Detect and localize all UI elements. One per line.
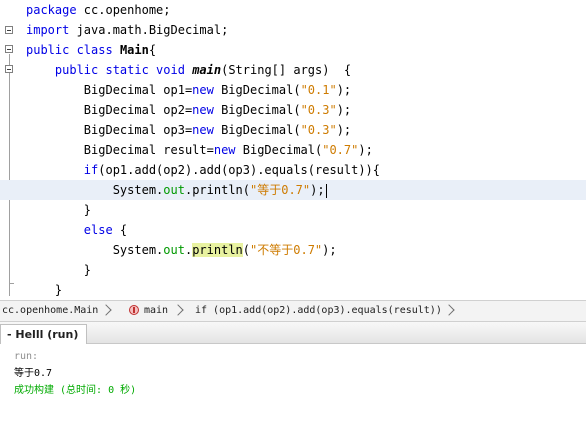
code-token: (String[] args) { — [221, 63, 352, 77]
code-token: ); — [336, 123, 352, 137]
code-token: System. — [26, 243, 164, 257]
code-line[interactable]: } — [0, 200, 586, 220]
code-line-text: public static void main(String[] args) { — [26, 60, 351, 80]
code-line-text: System.out.println("不等于0.7"); — [26, 240, 337, 260]
code-token: new — [192, 103, 214, 117]
code-line-text: BigDecimal op1=new BigDecimal("0.1"); — [26, 80, 351, 100]
chevron-right-icon — [100, 304, 112, 316]
code-line[interactable]: else { — [0, 220, 586, 240]
code-token: { — [112, 223, 128, 237]
code-token: BigDecimal result= — [26, 143, 214, 157]
breadcrumb-class[interactable]: cc.openhome.Main — [2, 301, 98, 321]
code-token: public class — [26, 43, 113, 57]
breadcrumb-method[interactable]: main — [144, 301, 168, 321]
code-token: new — [192, 83, 214, 97]
code-line-text: public class Main{ — [26, 40, 156, 60]
code-line[interactable]: System.out.println("不等于0.7"); — [0, 240, 586, 260]
code-token: import — [26, 23, 70, 37]
code-token: package — [26, 3, 77, 17]
output-tab[interactable]: - Helll (run) — [0, 324, 88, 344]
code-line[interactable]: BigDecimal op3=new BigDecimal("0.3"); — [0, 120, 586, 140]
code-token: } — [26, 203, 92, 217]
code-token: (op1.add(op2).add(op3).equals(result)){ — [98, 163, 381, 177]
code-line[interactable]: BigDecimal result=new BigDecimal("0.7"); — [0, 140, 586, 160]
code-token: "0.7" — [322, 143, 359, 157]
code-token: "0.1" — [300, 83, 337, 97]
code-token: if — [83, 163, 99, 177]
code-line-text: if(op1.add(op2).add(op3).equals(result))… — [26, 160, 380, 180]
code-line[interactable]: public class Main{ — [0, 40, 586, 60]
code-token: "0.3" — [300, 123, 337, 137]
text-caret — [325, 183, 327, 198]
code-line-text: BigDecimal op2=new BigDecimal("0.3"); — [26, 100, 351, 120]
chevron-right-icon — [443, 304, 455, 316]
output-run-line: run: — [14, 351, 39, 362]
code-line[interactable]: public static void main(String[] args) { — [0, 60, 586, 80]
method-icon — [129, 305, 139, 315]
code-token: new — [213, 143, 236, 157]
code-token: ); — [336, 83, 352, 97]
code-line-text: } — [26, 260, 91, 280]
code-line[interactable]: System.out.println("等于0.7"); — [0, 180, 586, 200]
code-line[interactable]: BigDecimal op2=new BigDecimal("0.3"); — [0, 100, 586, 120]
code-token: ); — [358, 143, 373, 157]
code-token: BigDecimal op1= — [26, 83, 193, 97]
code-token: "等于0.7" — [250, 183, 311, 197]
code-line-text: System.out.println("等于0.7"); — [26, 180, 327, 200]
code-line[interactable]: } — [0, 260, 586, 280]
output-window-header: - Helll (run) — [0, 322, 586, 344]
code-line[interactable]: if(op1.add(op2).add(op3).equals(result))… — [0, 160, 586, 180]
code-line-text: } — [26, 200, 91, 220]
code-token: ); — [322, 243, 337, 257]
code-token: ); — [310, 183, 325, 197]
output-build-line: 成功构建 (总时间: 0 秒) — [14, 385, 137, 396]
code-token: out — [163, 183, 185, 197]
output-console[interactable]: run: 等于0.7 成功构建 (总时间: 0 秒) — [0, 344, 586, 440]
code-token: BigDecimal( — [213, 83, 301, 97]
code-token: ( — [242, 243, 251, 257]
breadcrumb: cc.openhome.Main main if (op1.add(op2).a… — [0, 300, 586, 322]
code-line-text: BigDecimal op3=new BigDecimal("0.3"); — [26, 120, 351, 140]
code-line-text: import java.math.BigDecimal; — [26, 20, 228, 40]
chevron-right-icon — [172, 304, 184, 316]
code-token: java.math.BigDecimal; — [69, 23, 229, 37]
code-token: BigDecimal op2= — [26, 103, 193, 117]
code-token: new — [192, 123, 214, 137]
code-line-text: } — [26, 280, 62, 300]
code-token: } — [26, 283, 63, 297]
code-token: BigDecimal( — [235, 143, 323, 157]
code-token: BigDecimal( — [213, 103, 301, 117]
output-result-line: 等于0.7 — [14, 368, 53, 379]
code-token: out — [163, 243, 185, 257]
code-line[interactable]: import java.math.BigDecimal; — [0, 20, 586, 40]
code-token: "不等于0.7" — [250, 243, 323, 257]
code-token: public static void — [26, 63, 185, 77]
code-token: Main — [119, 43, 149, 57]
code-token: BigDecimal( — [213, 123, 301, 137]
code-token: ); — [336, 103, 352, 117]
code-line[interactable]: package cc.openhome; — [0, 0, 586, 20]
code-token: { — [148, 43, 157, 57]
code-token: .println( — [184, 183, 250, 197]
code-line[interactable]: } — [0, 280, 586, 300]
code-line-text: package cc.openhome; — [26, 0, 171, 20]
code-line[interactable]: BigDecimal op1=new BigDecimal("0.1"); — [0, 80, 586, 100]
code-line-text: BigDecimal result=new BigDecimal("0.7"); — [26, 140, 373, 160]
code-token: else — [83, 223, 113, 237]
code-token: println — [192, 243, 243, 257]
code-token: System. — [26, 183, 164, 197]
code-editor[interactable]: package cc.openhome; import java.math.Big… — [0, 0, 586, 300]
code-token: } — [26, 263, 92, 277]
code-token: cc.openhome; — [76, 3, 171, 17]
code-line-text: else { — [26, 220, 127, 240]
code-token: "0.3" — [300, 103, 337, 117]
code-token: BigDecimal op3= — [26, 123, 193, 137]
breadcrumb-statement[interactable]: if (op1.add(op2).add(op3).equals(result)… — [195, 301, 442, 321]
code-token: main — [192, 63, 222, 77]
